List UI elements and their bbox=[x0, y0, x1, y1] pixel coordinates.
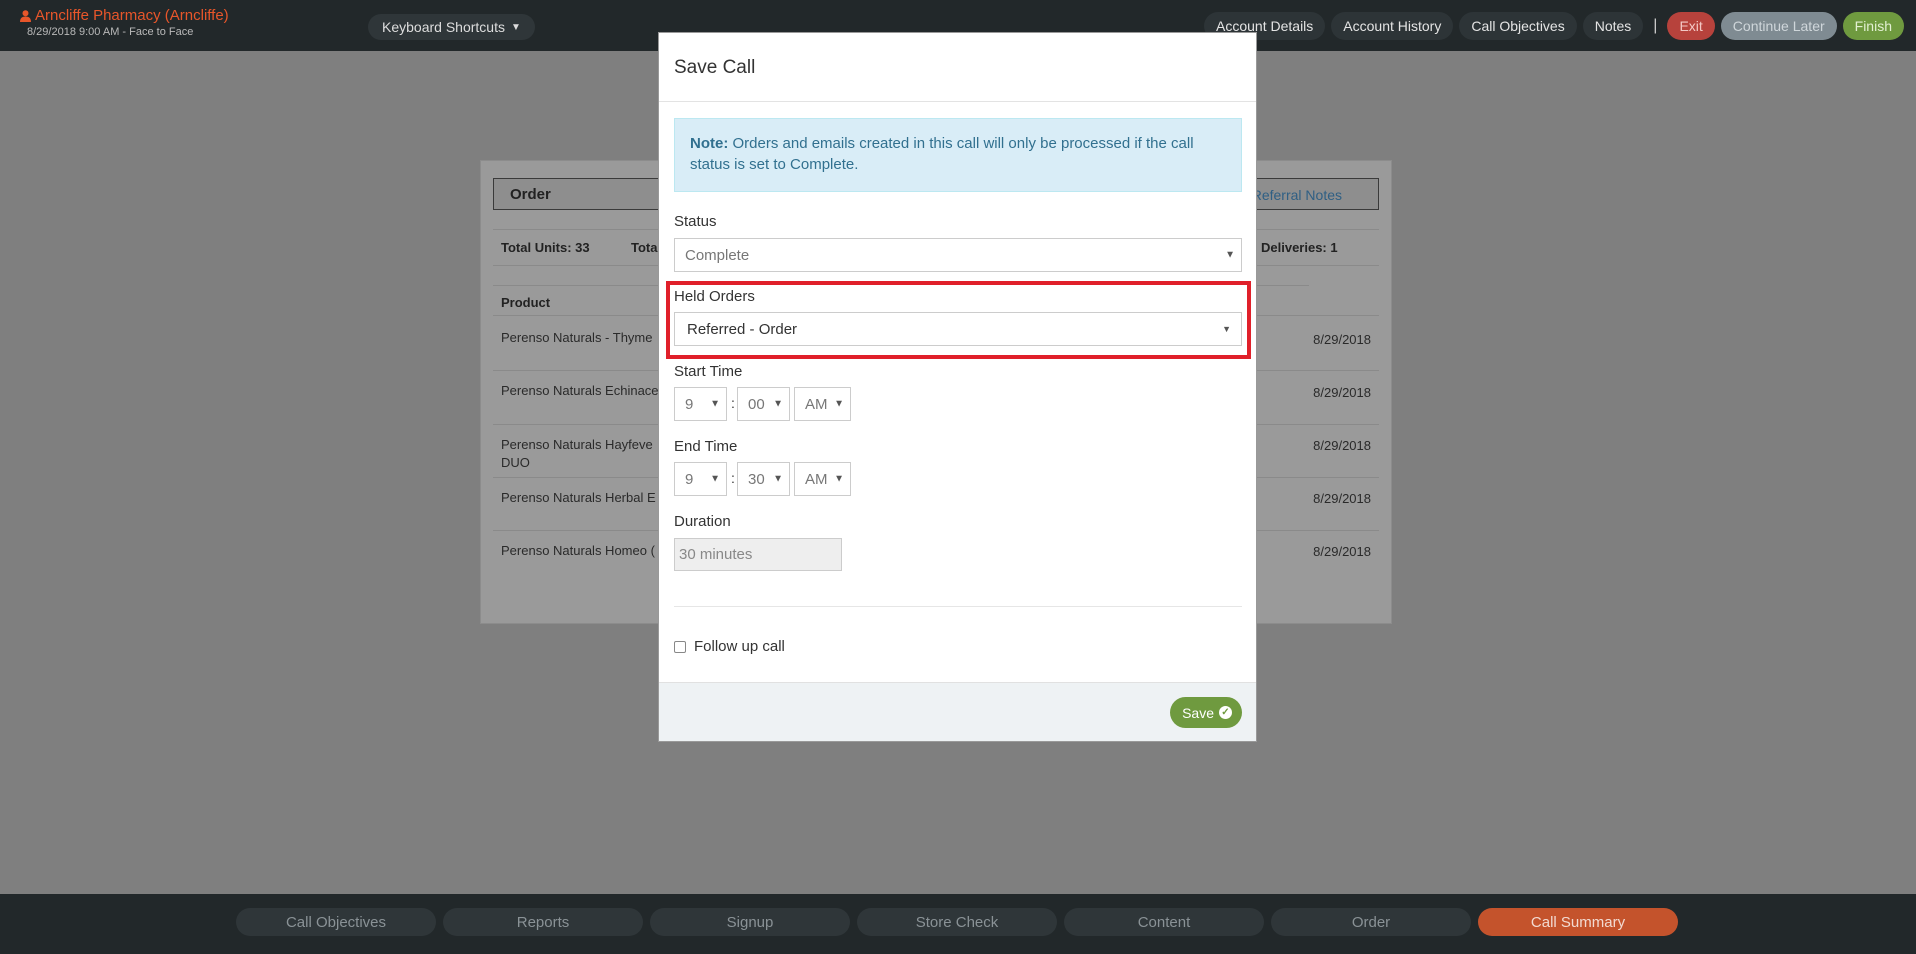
time-separator: : bbox=[731, 470, 735, 486]
call-objectives-button[interactable]: Call Objectives bbox=[1459, 12, 1577, 40]
top-nav: Account Details Account History Call Obj… bbox=[1204, 12, 1904, 40]
continue-later-button[interactable]: Continue Later bbox=[1720, 12, 1837, 40]
product-column-header: Product bbox=[501, 295, 551, 310]
call-datetime: 8/29/2018 9:00 AM - Face to Face bbox=[27, 26, 194, 38]
start-hour-select[interactable]: 9 ▼ bbox=[674, 387, 727, 421]
divider bbox=[674, 606, 1242, 607]
end-ampm-select[interactable]: AM ▼ bbox=[794, 462, 851, 496]
check-circle-icon: ✓ bbox=[1219, 706, 1232, 719]
account-history-button[interactable]: Account History bbox=[1331, 12, 1454, 40]
keyboard-shortcuts-button[interactable]: Keyboard Shortcuts ▼ bbox=[368, 14, 535, 40]
table-row-date: 8/29/2018 bbox=[1313, 544, 1371, 559]
start-minute-value: 00 bbox=[748, 395, 765, 413]
status-label: Status bbox=[674, 213, 717, 230]
start-minute-select[interactable]: 00 ▼ bbox=[737, 387, 790, 421]
table-row-date: 8/29/2018 bbox=[1313, 438, 1371, 453]
end-minute-value: 30 bbox=[748, 470, 765, 488]
bottom-nav: Call Objectives Reports Signup Store Che… bbox=[236, 908, 1678, 936]
duration-field: 30 minutes bbox=[674, 538, 842, 571]
end-ampm-value: AM bbox=[805, 470, 828, 488]
end-time-label: End Time bbox=[674, 438, 738, 455]
save-button[interactable]: Save ✓ bbox=[1170, 697, 1242, 728]
table-row-product: Perenso Naturals Echinace bbox=[501, 383, 659, 398]
notes-button[interactable]: Notes bbox=[1582, 12, 1644, 40]
bottom-bar: Call Objectives Reports Signup Store Che… bbox=[0, 894, 1916, 954]
info-note: Note: Orders and emails created in this … bbox=[674, 118, 1242, 192]
tab-reports[interactable]: Reports bbox=[443, 908, 643, 936]
status-select[interactable]: Complete ▼ bbox=[674, 238, 1242, 272]
save-call-modal: Save Call Note: Orders and emails create… bbox=[658, 32, 1257, 742]
caret-down-icon: ▼ bbox=[834, 473, 844, 485]
caret-down-icon: ▼ bbox=[510, 21, 521, 33]
start-hour-value: 9 bbox=[685, 395, 694, 413]
modal-title: Save Call bbox=[674, 57, 756, 78]
follow-up-checkbox[interactable] bbox=[674, 641, 686, 653]
start-ampm-value: AM bbox=[805, 395, 828, 413]
account-link[interactable]: Arncliffe Pharmacy (Arncliffe) bbox=[20, 7, 229, 24]
order-panel-title: Order bbox=[510, 186, 551, 203]
caret-down-icon: ▼ bbox=[773, 398, 783, 410]
duration-value: 30 minutes bbox=[679, 546, 753, 563]
end-minute-select[interactable]: 30 ▼ bbox=[737, 462, 790, 496]
user-icon bbox=[20, 9, 31, 22]
account-info: Arncliffe Pharmacy (Arncliffe) 8/29/2018… bbox=[20, 7, 229, 38]
table-row-date: 8/29/2018 bbox=[1313, 491, 1371, 506]
tab-store-check[interactable]: Store Check bbox=[857, 908, 1057, 936]
duration-label: Duration bbox=[674, 513, 731, 530]
deliveries-count: Deliveries: 1 bbox=[1261, 240, 1338, 255]
caret-down-icon: ▼ bbox=[1222, 324, 1231, 334]
caret-down-icon: ▼ bbox=[773, 473, 783, 485]
held-orders-label: Held Orders bbox=[674, 288, 755, 305]
table-row-product: Perenso Naturals Homeo ( bbox=[501, 543, 655, 558]
keyboard-shortcuts-label: Keyboard Shortcuts bbox=[382, 19, 505, 35]
caret-down-icon: ▼ bbox=[834, 398, 844, 410]
follow-up-label[interactable]: Follow up call bbox=[694, 638, 785, 655]
divider bbox=[659, 101, 1256, 102]
start-ampm-select[interactable]: AM ▼ bbox=[794, 387, 851, 421]
total-partial: Tota bbox=[631, 240, 658, 255]
referral-notes-link[interactable]: Referral Notes bbox=[1252, 187, 1342, 203]
held-orders-value: Referred - Order bbox=[687, 320, 798, 338]
tab-content[interactable]: Content bbox=[1064, 908, 1264, 936]
caret-down-icon: ▼ bbox=[710, 473, 720, 485]
nav-separator: | bbox=[1653, 17, 1658, 34]
finish-button[interactable]: Finish bbox=[1842, 12, 1904, 40]
held-orders-select[interactable]: Referred - Order ▼ bbox=[674, 312, 1242, 346]
table-row-date: 8/29/2018 bbox=[1313, 385, 1371, 400]
tab-signup[interactable]: Signup bbox=[650, 908, 850, 936]
save-label: Save bbox=[1182, 704, 1214, 721]
account-name: Arncliffe Pharmacy (Arncliffe) bbox=[35, 7, 229, 24]
table-row-date: 8/29/2018 bbox=[1313, 332, 1371, 347]
start-time-label: Start Time bbox=[674, 363, 743, 380]
table-row-product: Perenso Naturals - Thyme bbox=[501, 330, 653, 345]
table-row-product: Perenso Naturals Herbal E bbox=[501, 490, 656, 505]
caret-down-icon: ▼ bbox=[710, 398, 720, 410]
note-label: Note: bbox=[690, 135, 729, 152]
caret-down-icon: ▼ bbox=[1225, 249, 1235, 261]
time-separator: : bbox=[731, 395, 735, 411]
end-hour-value: 9 bbox=[685, 470, 694, 488]
table-row-product: Perenso Naturals Hayfeve DUO bbox=[501, 437, 653, 470]
end-hour-select[interactable]: 9 ▼ bbox=[674, 462, 727, 496]
status-value: Complete bbox=[685, 246, 750, 264]
exit-button[interactable]: Exit bbox=[1667, 12, 1715, 40]
modal-footer: Save ✓ bbox=[659, 682, 1256, 741]
tab-order[interactable]: Order bbox=[1271, 908, 1471, 936]
total-units: Total Units: 33 bbox=[501, 240, 590, 255]
note-text: Orders and emails created in this call w… bbox=[690, 135, 1194, 173]
tab-call-summary[interactable]: Call Summary bbox=[1478, 908, 1678, 936]
tab-call-objectives[interactable]: Call Objectives bbox=[236, 908, 436, 936]
